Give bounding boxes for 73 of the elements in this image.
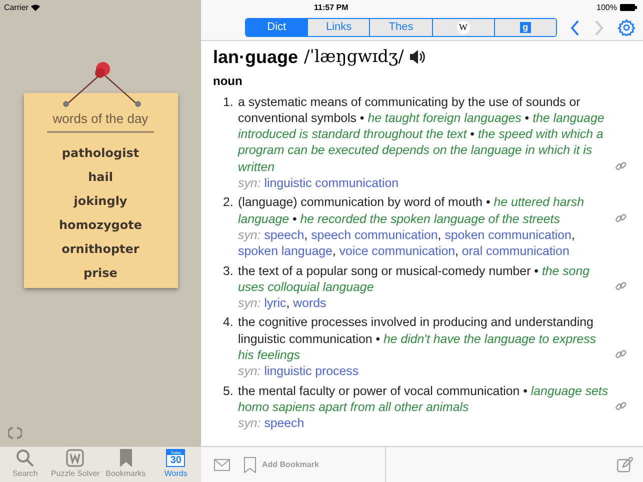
word-of-day-link[interactable]: ornithopter (62, 236, 140, 260)
synonym-label: syn: (238, 228, 261, 242)
word-of-day-link[interactable]: jokingly (74, 188, 128, 212)
synonym-label: syn: (238, 176, 261, 190)
synonym-link[interactable]: voice communication (339, 244, 455, 258)
settings-icon[interactable] (618, 19, 635, 36)
wikipedia-logo: W (456, 21, 470, 34)
synonym-link[interactable]: spoken language (238, 244, 332, 258)
synonym-link[interactable]: speech (264, 416, 304, 430)
synonym-link[interactable]: speech communication (311, 228, 438, 242)
word-of-day-link[interactable]: prise (84, 260, 118, 284)
back-icon[interactable] (570, 20, 580, 36)
bookmark-icon (244, 456, 256, 472)
word-of-day-link[interactable]: pathologist (62, 140, 140, 164)
definition-text: the text of a popular song or musical-comedy number • the song uses colloquial language (238, 262, 590, 296)
comma-separator: , (304, 228, 308, 242)
google-logo: g (520, 22, 531, 33)
pronunciation: /ˈlæŋgwɪdʒ/ (304, 49, 404, 66)
synonym-link[interactable]: linguistic communication (264, 176, 398, 190)
synonym-link[interactable]: words (293, 296, 326, 310)
definition-text: the cognitive processes involved in producing and understanding linguistic communication • he didn't have the language to express his feelings (238, 314, 597, 364)
definition-text: (language) communication by word of mouth • he uttered harsh language • he recorded the spoken language of the streets (238, 194, 585, 227)
word-of-day-link[interactable]: homozygote (58, 212, 142, 236)
battery-label: 100% (596, 2, 617, 14)
tab-bar-item[interactable]: Bookmarks (100, 447, 151, 482)
tab-bar-item[interactable]: Search (0, 447, 50, 482)
synonym-label: syn: (238, 364, 261, 378)
link-icon[interactable] (615, 280, 627, 292)
sense-number: 2. (223, 194, 234, 212)
comma-separator: , (286, 296, 290, 310)
letter-tile-icon (66, 449, 84, 467)
link-icon[interactable] (615, 212, 627, 224)
synonym-link[interactable]: linguistic process (264, 364, 359, 378)
refresh-icon[interactable] (8, 426, 22, 440)
carrier-label: Carrier (4, 2, 28, 14)
synonym-link[interactable]: spoken communication (444, 228, 572, 242)
add-bookmark-button[interactable]: Add Bookmark (244, 456, 319, 472)
compose-icon[interactable] (617, 456, 633, 472)
comma-separator: , (571, 228, 575, 242)
sense-number: 3. (223, 262, 234, 280)
headword: lan·guage (213, 49, 298, 66)
synonym-label: syn: (238, 296, 261, 310)
link-icon[interactable] (615, 348, 627, 360)
clock-label: 11:57 PM (314, 2, 348, 14)
speaker-icon[interactable] (410, 50, 426, 64)
battery-icon (620, 4, 637, 11)
synonym-link[interactable]: oral communication (462, 244, 570, 258)
synonym-label: syn: (238, 416, 261, 430)
comma-separator: , (438, 228, 442, 242)
segment-tab[interactable]: Links (307, 19, 370, 36)
link-icon[interactable] (615, 400, 627, 412)
comma-separator: , (332, 244, 336, 258)
word-of-day-link[interactable]: hail (88, 164, 113, 188)
definition-text: the mental faculty or power of vocal communication • language sets homo sapiens apart from all other animals (238, 382, 610, 416)
mail-icon[interactable] (214, 458, 230, 470)
sense-number: 5. (223, 382, 234, 400)
synonym-link[interactable]: lyric (264, 296, 286, 310)
link-icon[interactable] (615, 160, 627, 172)
search-icon (16, 449, 34, 467)
segment-tab[interactable]: W (432, 19, 494, 36)
segment-tab[interactable]: Thes (369, 19, 432, 36)
part-of-speech: noun (213, 73, 242, 90)
definition-text: a systematic means of communicating by the use of sounds or conventional symbols • he taught foreign languages • the language introduced is standard throughout the text • the speed with which a program can be executed depends on the language in which it is written (238, 94, 606, 176)
note-title: words of the day (46, 109, 154, 132)
sense-number: 1. (223, 94, 234, 111)
comma-separator: , (455, 244, 458, 258)
tab-bar-item[interactable]: Puzzle Solver (50, 447, 100, 482)
sense-number: 4. (223, 314, 234, 332)
bookmark-icon (118, 449, 133, 467)
segment-tab[interactable]: Dict (246, 19, 308, 36)
wifi-icon (31, 4, 40, 11)
synonym-link[interactable]: speech (264, 228, 304, 242)
segment-tab[interactable]: g (494, 19, 556, 36)
